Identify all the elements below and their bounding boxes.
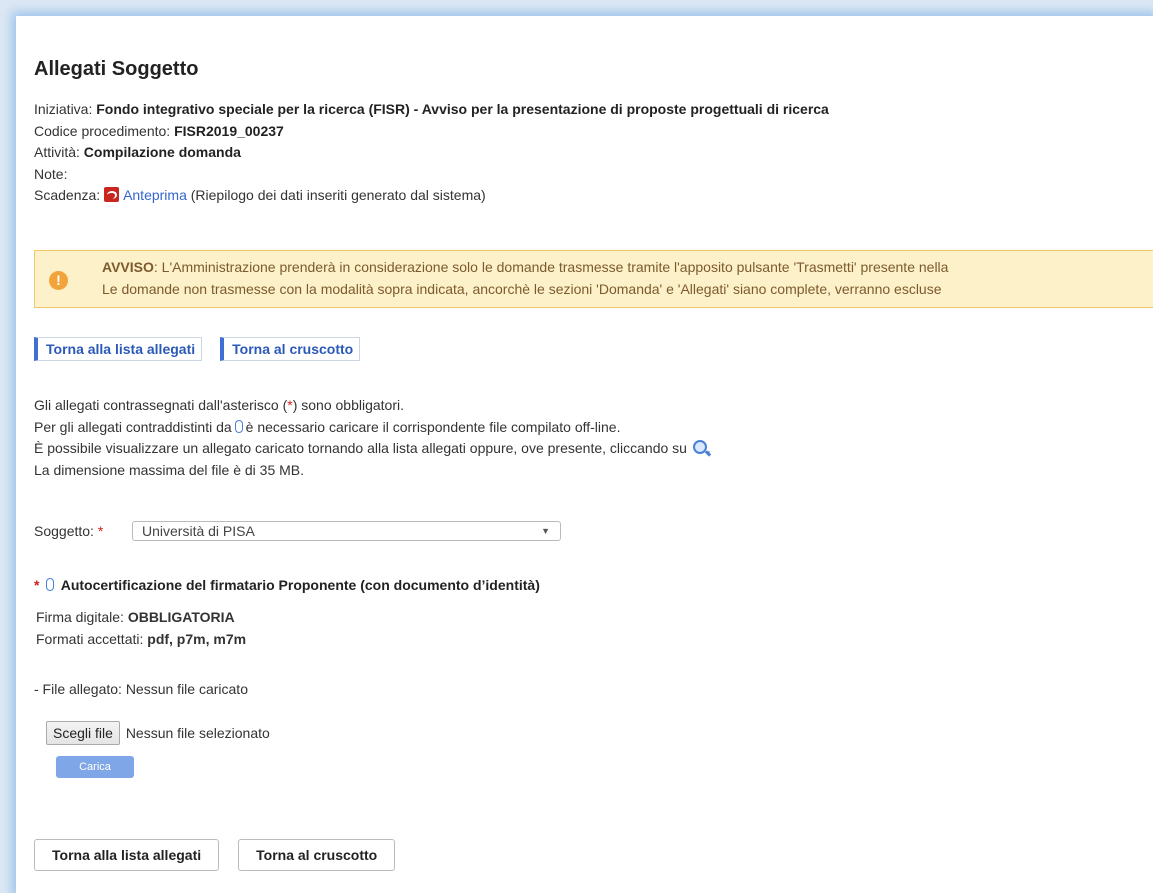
paperclip-icon bbox=[46, 578, 55, 591]
upload-button[interactable]: Carica bbox=[56, 756, 134, 778]
warning-icon: ! bbox=[49, 271, 68, 290]
instruction-view: È possibile visualizzare un allegato car… bbox=[34, 438, 711, 460]
instruction-required-post: ) sono obbligatori. bbox=[292, 397, 404, 413]
file-selection-status: Nessun file selezionato bbox=[125, 725, 270, 741]
alert-line-2: Le domande non trasmesse con la modalità… bbox=[102, 280, 942, 297]
note-label: Note: bbox=[34, 165, 68, 182]
scadenza-row: Scadenza: Anteprima (Riepilogo dei dati … bbox=[34, 185, 829, 207]
firma-label: Firma digitale: bbox=[36, 609, 124, 625]
instruction-required-pre: Gli allegati contrassegnati dall'asteris… bbox=[34, 397, 288, 413]
anteprima-link[interactable]: Anteprima bbox=[123, 187, 187, 203]
bottom-navigation: Torna alla lista allegati Torna al crusco… bbox=[34, 839, 414, 871]
warning-alert: ! AVVISO: L'Amministrazione prenderà in … bbox=[34, 250, 1153, 308]
soggetto-select[interactable]: Università di PISA ▼ bbox=[132, 521, 561, 541]
formati-value: pdf, p7m, m7m bbox=[147, 630, 247, 647]
anteprima-description: (Riepilogo dei dati inseriti generato da… bbox=[190, 187, 486, 203]
attachment-title-text: Autocertificazione del firmatario Propon… bbox=[60, 577, 540, 593]
attachment-requirements: Firma digitale: OBBLIGATORIA Formati acc… bbox=[36, 607, 246, 650]
instruction-view-text: È possibile visualizzare un allegato car… bbox=[34, 440, 687, 456]
attivita-row: Attività: Compilazione domanda bbox=[34, 142, 829, 164]
page-frame: Allegati Soggetto Iniziativa: Fondo inte… bbox=[16, 16, 1153, 893]
magnifier-icon bbox=[692, 440, 707, 454]
soggetto-required-marker: * bbox=[97, 523, 104, 539]
codice-row: Codice procedimento: FISR2019_00237 bbox=[34, 121, 829, 143]
back-to-list-link[interactable]: Torna alla lista allegati bbox=[34, 337, 203, 361]
instruction-offline-post: è necessario caricare il corrispondente … bbox=[245, 418, 621, 435]
attachment-title: * Autocertificazione del firmatario Prop… bbox=[34, 577, 540, 593]
note-row: Note: bbox=[34, 164, 829, 186]
pdf-icon[interactable] bbox=[104, 187, 120, 202]
alert-line-1-text: : L'Amministrazione prenderà in consider… bbox=[153, 259, 949, 275]
soggetto-selected-value: Università di PISA bbox=[142, 523, 255, 539]
chevron-down-icon: ▼ bbox=[541, 526, 550, 536]
back-to-dashboard-link[interactable]: Torna al cruscotto bbox=[220, 337, 361, 361]
instruction-required: Gli allegati contrassegnati dall'asteris… bbox=[34, 395, 711, 417]
soggetto-label: Soggetto: bbox=[34, 523, 94, 539]
attivita-value: Compilazione domanda bbox=[83, 144, 241, 160]
alert-text: AVVISO: L'Amministrazione prenderà in co… bbox=[102, 257, 948, 300]
iniziativa-label: Iniziativa: bbox=[34, 101, 93, 117]
bottom-back-to-list-button[interactable]: Torna alla lista allegati bbox=[34, 839, 220, 871]
instructions: Gli allegati contrassegnati dall'asteris… bbox=[34, 395, 711, 481]
firma-row: Firma digitale: OBBLIGATORIA bbox=[36, 607, 246, 629]
firma-value: OBBLIGATORIA bbox=[127, 609, 235, 625]
iniziativa-row: Iniziativa: Fondo integrativo speciale p… bbox=[34, 99, 829, 121]
paperclip-icon bbox=[234, 419, 243, 433]
scadenza-label: Scadenza: bbox=[34, 187, 101, 203]
formati-row: Formati accettati: pdf, p7m, m7m bbox=[36, 629, 246, 651]
file-attached-status: - File allegato: Nessun file caricato bbox=[34, 681, 248, 697]
bottom-back-to-dashboard-button[interactable]: Torna al cruscotto bbox=[238, 839, 396, 871]
instruction-size: La dimensione massima del file è di 35 M… bbox=[34, 461, 305, 478]
alert-line-1: AVVISO: L'Amministrazione prenderà in co… bbox=[102, 257, 948, 279]
choose-file-button[interactable]: Scegli file bbox=[46, 721, 120, 745]
top-navigation: Torna alla lista allegati Torna al crusco… bbox=[34, 337, 378, 361]
iniziativa-value: Fondo integrativo speciale per la ricerc… bbox=[96, 101, 829, 117]
attivita-label: Attività: bbox=[34, 144, 80, 160]
instruction-offline: Per gli allegati contraddistinti da è nec… bbox=[34, 417, 711, 439]
soggetto-row: Soggetto: * Università di PISA ▼ bbox=[34, 521, 561, 541]
attachment-required-marker: * bbox=[34, 577, 40, 593]
procedure-meta: Iniziativa: Fondo integrativo speciale p… bbox=[34, 99, 829, 207]
codice-label: Codice procedimento: bbox=[34, 122, 171, 139]
alert-label: AVVISO bbox=[102, 259, 154, 275]
formati-label: Formati accettati: bbox=[36, 630, 144, 647]
page-title: Allegati Soggetto bbox=[34, 58, 199, 80]
instruction-offline-pre: Per gli allegati contraddistinti da bbox=[34, 418, 232, 435]
codice-value: FISR2019_00237 bbox=[174, 122, 284, 139]
file-picker: Scegli file Nessun file selezionato bbox=[46, 721, 270, 745]
